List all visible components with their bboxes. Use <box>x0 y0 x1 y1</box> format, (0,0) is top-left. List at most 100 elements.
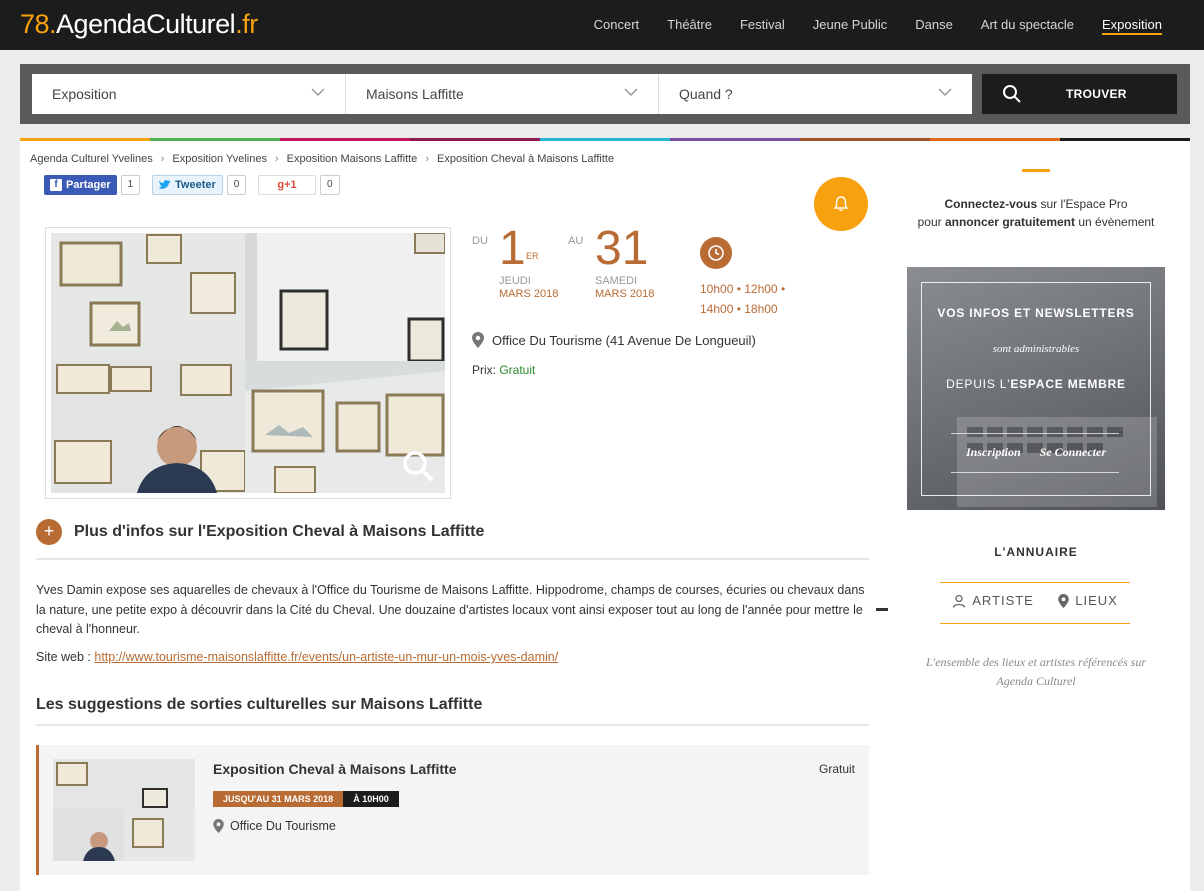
twitter-share-button[interactable]: Tweeter <box>152 175 223 195</box>
when-value: Quand ? <box>679 86 733 102</box>
suggestion-title[interactable]: Exposition Cheval à Maisons Laffitte <box>213 761 457 777</box>
gallery-photo <box>245 233 445 361</box>
main-content: Agenda Culturel Yvelines › Exposition Yve… <box>20 141 1190 891</box>
inscription-link[interactable]: Inscription <box>966 445 1021 459</box>
search-bar: Exposition Maisons Laffitte Quand ? TROU… <box>20 64 1190 124</box>
connect-text: Connectez-vous sur l'Espace Pro pour ann… <box>910 195 1162 231</box>
logo-name-a: Agenda <box>56 9 147 39</box>
clock-icon <box>700 237 732 269</box>
breadcrumb-separator: › <box>160 153 165 165</box>
event-gallery[interactable] <box>45 227 451 499</box>
site-logo[interactable]: 78.AgendaCulturel.fr <box>20 9 258 40</box>
suggestion-place: Office Du Tourisme <box>213 819 336 833</box>
promo-line-1: VOS INFOS ET NEWSLETTERS <box>937 306 1135 320</box>
event-place[interactable]: Office Du Tourisme (41 Avenue De Longueu… <box>472 332 756 348</box>
map-pin-icon <box>1058 593 1069 608</box>
nav-theatre[interactable]: Théâtre <box>653 0 726 50</box>
divider <box>876 608 888 611</box>
chevron-down-icon <box>311 88 325 96</box>
nav-festival[interactable]: Festival <box>726 0 799 50</box>
nav-concert[interactable]: Concert <box>580 0 654 50</box>
connect-text-part: un évènement <box>1075 215 1155 229</box>
artiste-button[interactable]: ARTISTE <box>952 593 1034 608</box>
facebook-icon: f <box>50 179 62 191</box>
gallery-photo <box>51 361 245 493</box>
event-price: Prix: Gratuit <box>472 363 535 377</box>
city-select[interactable]: Maisons Laffitte <box>346 74 659 114</box>
divider <box>36 558 869 560</box>
google-plus-button[interactable]: g+1 <box>258 175 316 195</box>
breadcrumb-separator: › <box>274 153 279 165</box>
map-pin-icon <box>472 332 484 348</box>
se-connecter-link[interactable]: Se Connecter <box>1040 445 1106 459</box>
twitter-share[interactable]: Tweeter 0 <box>152 175 247 195</box>
artiste-label: ARTISTE <box>972 593 1034 608</box>
event-dates: DU 1 ER JEUDI MARS 2018 AU 31 SAMEDI MAR… <box>472 222 872 347</box>
accent-bar <box>1022 169 1050 172</box>
category-value: Exposition <box>52 86 117 102</box>
gallery-photo <box>51 233 245 361</box>
promo-divider <box>951 433 1119 434</box>
breadcrumb-item[interactable]: Agenda Culturel Yvelines <box>30 153 153 165</box>
nav-exposition[interactable]: Exposition <box>1088 0 1176 50</box>
top-header: 78.AgendaCulturel.fr Concert Théâtre Fes… <box>0 0 1204 50</box>
price-value: Gratuit <box>499 363 536 377</box>
breadcrumb-item[interactable]: Exposition Maisons Laffitte <box>287 153 418 165</box>
google-share[interactable]: g+1 0 <box>258 175 340 195</box>
breadcrumb: Agenda Culturel Yvelines › Exposition Yve… <box>30 153 614 165</box>
promo-line-3b: ESPACE MEMBRE <box>1010 377 1126 391</box>
nav-danse[interactable]: Danse <box>901 0 967 50</box>
connect-link[interactable]: Connectez-vous <box>944 197 1037 211</box>
annuaire-title: L'ANNUAIRE <box>994 545 1078 559</box>
nav-art-du-spectacle[interactable]: Art du spectacle <box>967 0 1088 50</box>
website-link[interactable]: http://www.tourisme-maisonslaffitte.fr/e… <box>94 650 558 664</box>
price-label: Prix: <box>472 363 496 377</box>
connect-text-part: pour <box>917 215 945 229</box>
suggestion-thumbnail[interactable] <box>53 759 195 861</box>
event-description: Yves Damin expose ses aquarelles de chev… <box>36 583 865 636</box>
suggestion-card[interactable]: Exposition Cheval à Maisons Laffitte Gra… <box>36 745 869 875</box>
to-weekday: SAMEDI <box>595 275 638 287</box>
from-day: 1 <box>499 222 526 275</box>
from-day-suffix: ER <box>526 251 539 261</box>
to-label: AU <box>568 235 584 247</box>
date-badge: JUSQU'AU 31 MARS 2018 <box>213 791 344 807</box>
breadcrumb-item: Exposition Cheval à Maisons Laffitte <box>436 153 615 165</box>
google-share-count: 0 <box>320 175 340 195</box>
hours-line: 10h00 • 12h00 • <box>700 282 786 296</box>
search-button-label: TROUVER <box>1066 87 1127 101</box>
from-label: DU <box>472 235 488 247</box>
more-info-header[interactable]: + Plus d'infos sur l'Exposition Cheval à… <box>36 519 484 545</box>
facebook-share[interactable]: f Partager 1 <box>44 175 141 195</box>
map-pin-icon <box>213 819 224 833</box>
city-value: Maisons Laffitte <box>366 86 464 102</box>
member-promo-banner: VOS INFOS ET NEWSLETTERS sont administra… <box>907 267 1165 510</box>
to-day: 31 <box>595 222 649 275</box>
annuaire-note: L'ensemble des lieux et artistes référen… <box>925 655 1147 688</box>
breadcrumb-item[interactable]: Exposition Yvelines <box>172 153 267 165</box>
chevron-down-icon <box>938 88 952 96</box>
facebook-share-label: Partager <box>66 179 111 191</box>
from-month: MARS 2018 <box>499 288 559 300</box>
when-select[interactable]: Quand ? <box>659 74 972 114</box>
alert-bell-button[interactable] <box>814 177 868 231</box>
zoom-icon[interactable] <box>401 449 435 483</box>
category-select[interactable]: Exposition <box>32 74 346 114</box>
facebook-share-button[interactable]: f Partager <box>44 175 117 195</box>
promo-line-3: DEPUIS L'ESPACE MEMBRE <box>907 377 1165 391</box>
plus-icon: + <box>36 519 62 545</box>
from-weekday: JEUDI <box>499 275 531 287</box>
search-button[interactable]: TROUVER <box>982 74 1177 114</box>
logo-number: 78. <box>20 9 57 39</box>
lieux-button[interactable]: LIEUX <box>1058 593 1118 608</box>
annuaire-divider <box>940 582 1130 583</box>
annuaire-buttons: ARTISTE LIEUX <box>940 593 1130 608</box>
breadcrumb-separator: › <box>425 153 429 165</box>
logo-tld: .fr <box>235 9 258 39</box>
annuaire-divider <box>940 623 1130 624</box>
chevron-down-icon <box>624 88 638 96</box>
hours-line: 14h00 • 18h00 <box>700 302 778 316</box>
nav-jeune-public[interactable]: Jeune Public <box>799 0 901 50</box>
lieux-label: LIEUX <box>1075 593 1118 608</box>
twitter-bird-icon <box>159 180 171 189</box>
